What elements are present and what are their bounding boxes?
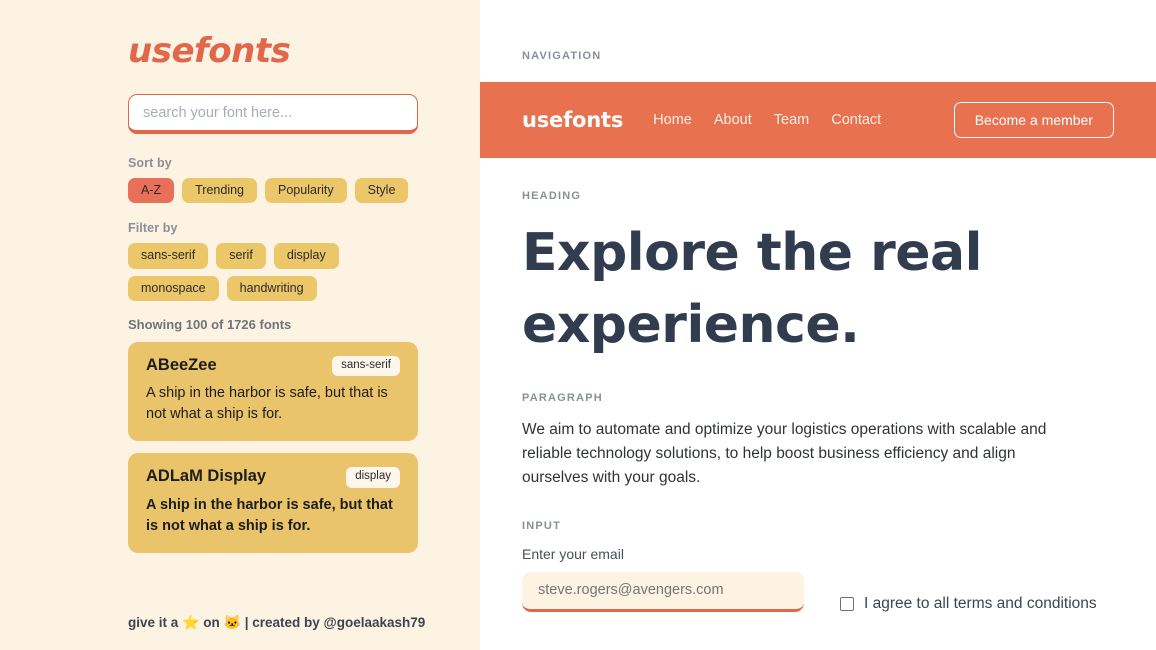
footer-text-before: give it a: [128, 615, 179, 631]
terms-checkbox[interactable]: [840, 596, 854, 611]
terms-agreement-group: I agree to all terms and conditions: [840, 595, 1097, 613]
font-name: ABeeZee: [146, 356, 217, 375]
sort-chip-style[interactable]: Style: [354, 178, 409, 204]
filter-chip-serif[interactable]: serif: [216, 243, 266, 269]
preview-navbar: usefonts Home About Team Contact Become …: [480, 82, 1156, 158]
star-icon[interactable]: ⭐: [182, 614, 199, 630]
page-paragraph: We aim to automate and optimize your log…: [522, 420, 1047, 486]
navbar-brand: usefonts: [522, 108, 624, 132]
section-label-heading: HEADING: [522, 190, 582, 202]
sort-by-label: Sort by: [128, 156, 172, 170]
email-field-group: Enter your email: [522, 546, 804, 612]
filter-by-label: Filter by: [128, 221, 178, 236]
font-card[interactable]: ADLaM Display display A ship in the harb…: [128, 453, 418, 553]
page-heading: Explore the real experience.: [522, 223, 982, 355]
list-fade-overlay: [128, 585, 468, 612]
section-label-navigation: NAVIGATION: [522, 50, 602, 62]
footer-author-handle[interactable]: @goelaakash79: [324, 615, 426, 630]
navbar-links: Home About Team Contact: [653, 112, 881, 128]
nav-link-home[interactable]: Home: [653, 112, 692, 128]
font-name: ADLaM Display: [146, 467, 267, 486]
nav-link-contact[interactable]: Contact: [831, 112, 881, 128]
filter-chip-monospace[interactable]: monospace: [128, 275, 219, 302]
filter-chip-display[interactable]: display: [273, 243, 339, 269]
become-a-member-button[interactable]: Become a member: [953, 102, 1114, 138]
sort-chip-row: A-Z Trending Popularity Style: [128, 178, 428, 204]
email-field[interactable]: [522, 571, 804, 612]
footer-text-mid: on: [203, 615, 220, 631]
sidebar: usefonts Sort by A-Z Trending Popularity…: [0, 0, 480, 650]
email-field-label: Enter your email: [522, 545, 624, 562]
sort-chip-trending[interactable]: Trending: [182, 178, 258, 204]
section-label-paragraph: PARAGRAPH: [522, 391, 603, 404]
font-sample-text: A ship in the harbor is safe, but that i…: [146, 385, 388, 423]
nav-link-team[interactable]: Team: [774, 112, 809, 128]
filter-chip-handwriting[interactable]: handwriting: [226, 275, 317, 302]
font-sample-text: A ship in the harbor is safe, but that i…: [146, 496, 393, 534]
nav-link-about[interactable]: About: [714, 112, 752, 128]
sidebar-brand-logo: usefonts: [128, 31, 291, 71]
search-input[interactable]: [128, 94, 418, 134]
filter-chip-row: sans-serif serif display monospace handw…: [128, 243, 428, 302]
sort-chip-az[interactable]: A-Z: [128, 178, 175, 204]
terms-label: I agree to all terms and conditions: [864, 594, 1097, 612]
section-label-input: INPUT: [522, 519, 561, 532]
preview-panel: NAVIGATION usefonts Home About Team Cont…: [480, 0, 1156, 650]
results-count: Showing 100 of 1726 fonts: [128, 317, 292, 333]
font-category-badge: display: [346, 467, 400, 488]
font-card-header: ADLaM Display display: [146, 467, 400, 488]
search-box: [128, 94, 418, 134]
input-preview-row: Enter your email I agree to all terms an…: [480, 532, 1156, 613]
font-card[interactable]: ABeeZee sans-serif A ship in the harbor …: [128, 342, 418, 442]
sort-chip-popularity[interactable]: Popularity: [265, 178, 347, 204]
filter-chip-sans-serif[interactable]: sans-serif: [128, 243, 209, 269]
font-card-header: ABeeZee sans-serif: [146, 356, 400, 377]
font-category-badge: sans-serif: [332, 356, 400, 377]
footer-text-after: | created by: [244, 615, 320, 631]
github-icon[interactable]: 🐱: [224, 614, 241, 630]
sidebar-footer: give it a ⭐ on 🐱 | created by @goelaakas…: [128, 585, 468, 634]
